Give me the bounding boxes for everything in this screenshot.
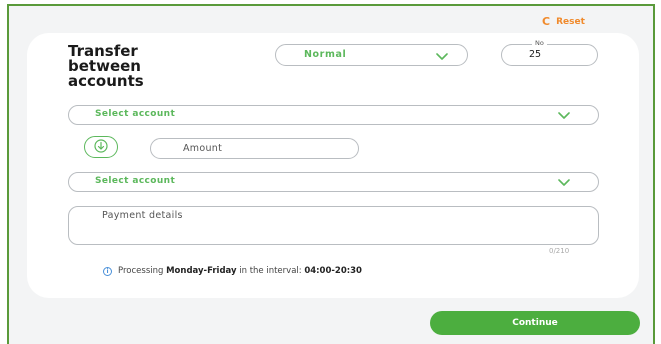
reset-button[interactable]: C Reset	[542, 16, 585, 27]
details-char-counter: 0/210	[549, 247, 570, 255]
swap-accounts-button[interactable]	[84, 136, 118, 158]
arrow-down-icon	[94, 139, 108, 153]
payment-details-field	[68, 206, 612, 245]
document-number-field[interactable]: No 25	[501, 39, 598, 66]
processing-days: Monday-Friday	[166, 266, 237, 276]
processing-hours: 04:00-20:30	[304, 266, 362, 276]
info-icon: i	[103, 266, 112, 276]
transfer-type-value: Normal	[304, 49, 347, 60]
page-title: Transfer between accounts	[68, 44, 208, 89]
processing-info-text: Processing Monday-Friday in the interval…	[118, 266, 362, 276]
document-number-value: 25	[529, 49, 542, 60]
document-number-label: No	[532, 39, 547, 47]
chevron-down-icon	[558, 112, 570, 119]
to-account-placeholder: Select account	[95, 176, 176, 186]
from-account-placeholder: Select account	[95, 109, 176, 119]
title-line-3: accounts	[68, 72, 144, 90]
processing-info: i Processing Monday-Friday in the interv…	[103, 266, 362, 276]
reset-label: Reset	[556, 16, 585, 27]
amount-input[interactable]	[171, 141, 363, 156]
chevron-down-icon	[558, 179, 570, 186]
from-account-select[interactable]: Select account	[68, 105, 599, 125]
amount-field	[150, 138, 363, 159]
reset-icon: C	[542, 15, 551, 28]
processing-middle: in the interval:	[239, 266, 302, 276]
processing-prefix: Processing	[118, 266, 164, 276]
to-account-select[interactable]: Select account	[68, 172, 599, 192]
chevron-down-icon	[436, 53, 448, 60]
transfer-type-select[interactable]: Normal	[275, 44, 468, 66]
payment-details-input[interactable]	[79, 210, 612, 240]
continue-button[interactable]: Continue	[430, 311, 640, 335]
